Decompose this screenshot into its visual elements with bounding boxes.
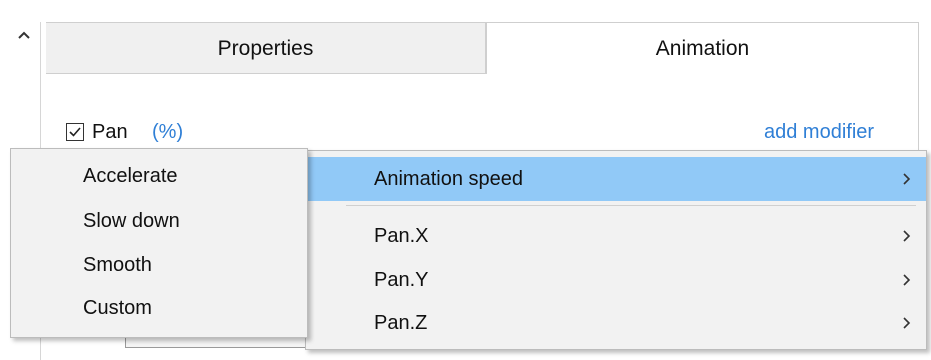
submenu-item-smooth[interactable]: Smooth: [11, 244, 307, 286]
menu-item-label: Animation speed: [374, 168, 523, 190]
checkmark-icon: [69, 127, 81, 137]
chevron-right-icon: [903, 317, 911, 329]
pan-checkbox[interactable]: [66, 123, 84, 141]
submenu-item-custom[interactable]: Custom: [11, 287, 307, 329]
animation-speed-submenu: Accelerate Slow down Smooth Custom: [10, 148, 308, 338]
chevron-right-icon: [903, 173, 911, 185]
submenu-item-label: Accelerate: [83, 165, 178, 187]
add-modifier-link[interactable]: add modifier: [764, 119, 874, 145]
chevron-right-icon: [903, 230, 911, 242]
chevron-right-icon: [903, 274, 911, 286]
menu-separator: [346, 205, 916, 206]
menu-item-label: Pan.Z: [374, 312, 428, 334]
submenu-item-label: Smooth: [83, 254, 152, 276]
submenu-item-label: Slow down: [83, 210, 180, 232]
property-unit: (%): [152, 121, 184, 143]
menu-item-label: Pan.X: [374, 225, 429, 247]
menu-item-animation-speed[interactable]: Animation speed: [306, 157, 926, 201]
collapse-button[interactable]: [14, 26, 34, 46]
property-name: Pan: [92, 121, 128, 143]
tab-strip-divider: [46, 73, 486, 74]
submenu-item-slow-down[interactable]: Slow down: [11, 200, 307, 242]
submenu-item-label: Custom: [83, 297, 152, 319]
context-menu: Animation speed Pan.X Pan.Y Pan.Z: [305, 150, 927, 350]
chevron-up-icon: [18, 31, 30, 39]
tab-animation-label: Animation: [655, 36, 750, 60]
tab-animation[interactable]: Animation: [486, 22, 919, 74]
tab-properties[interactable]: Properties: [46, 22, 486, 74]
panel-right-border: [918, 73, 919, 153]
submenu-item-accelerate[interactable]: Accelerate: [11, 155, 307, 197]
tab-properties-label: Properties: [217, 36, 314, 60]
menu-item-pan-z[interactable]: Pan.Z: [306, 301, 926, 345]
menu-item-label: Pan.Y: [374, 269, 429, 291]
menu-item-pan-x[interactable]: Pan.X: [306, 214, 926, 258]
menu-item-pan-y[interactable]: Pan.Y: [306, 258, 926, 302]
